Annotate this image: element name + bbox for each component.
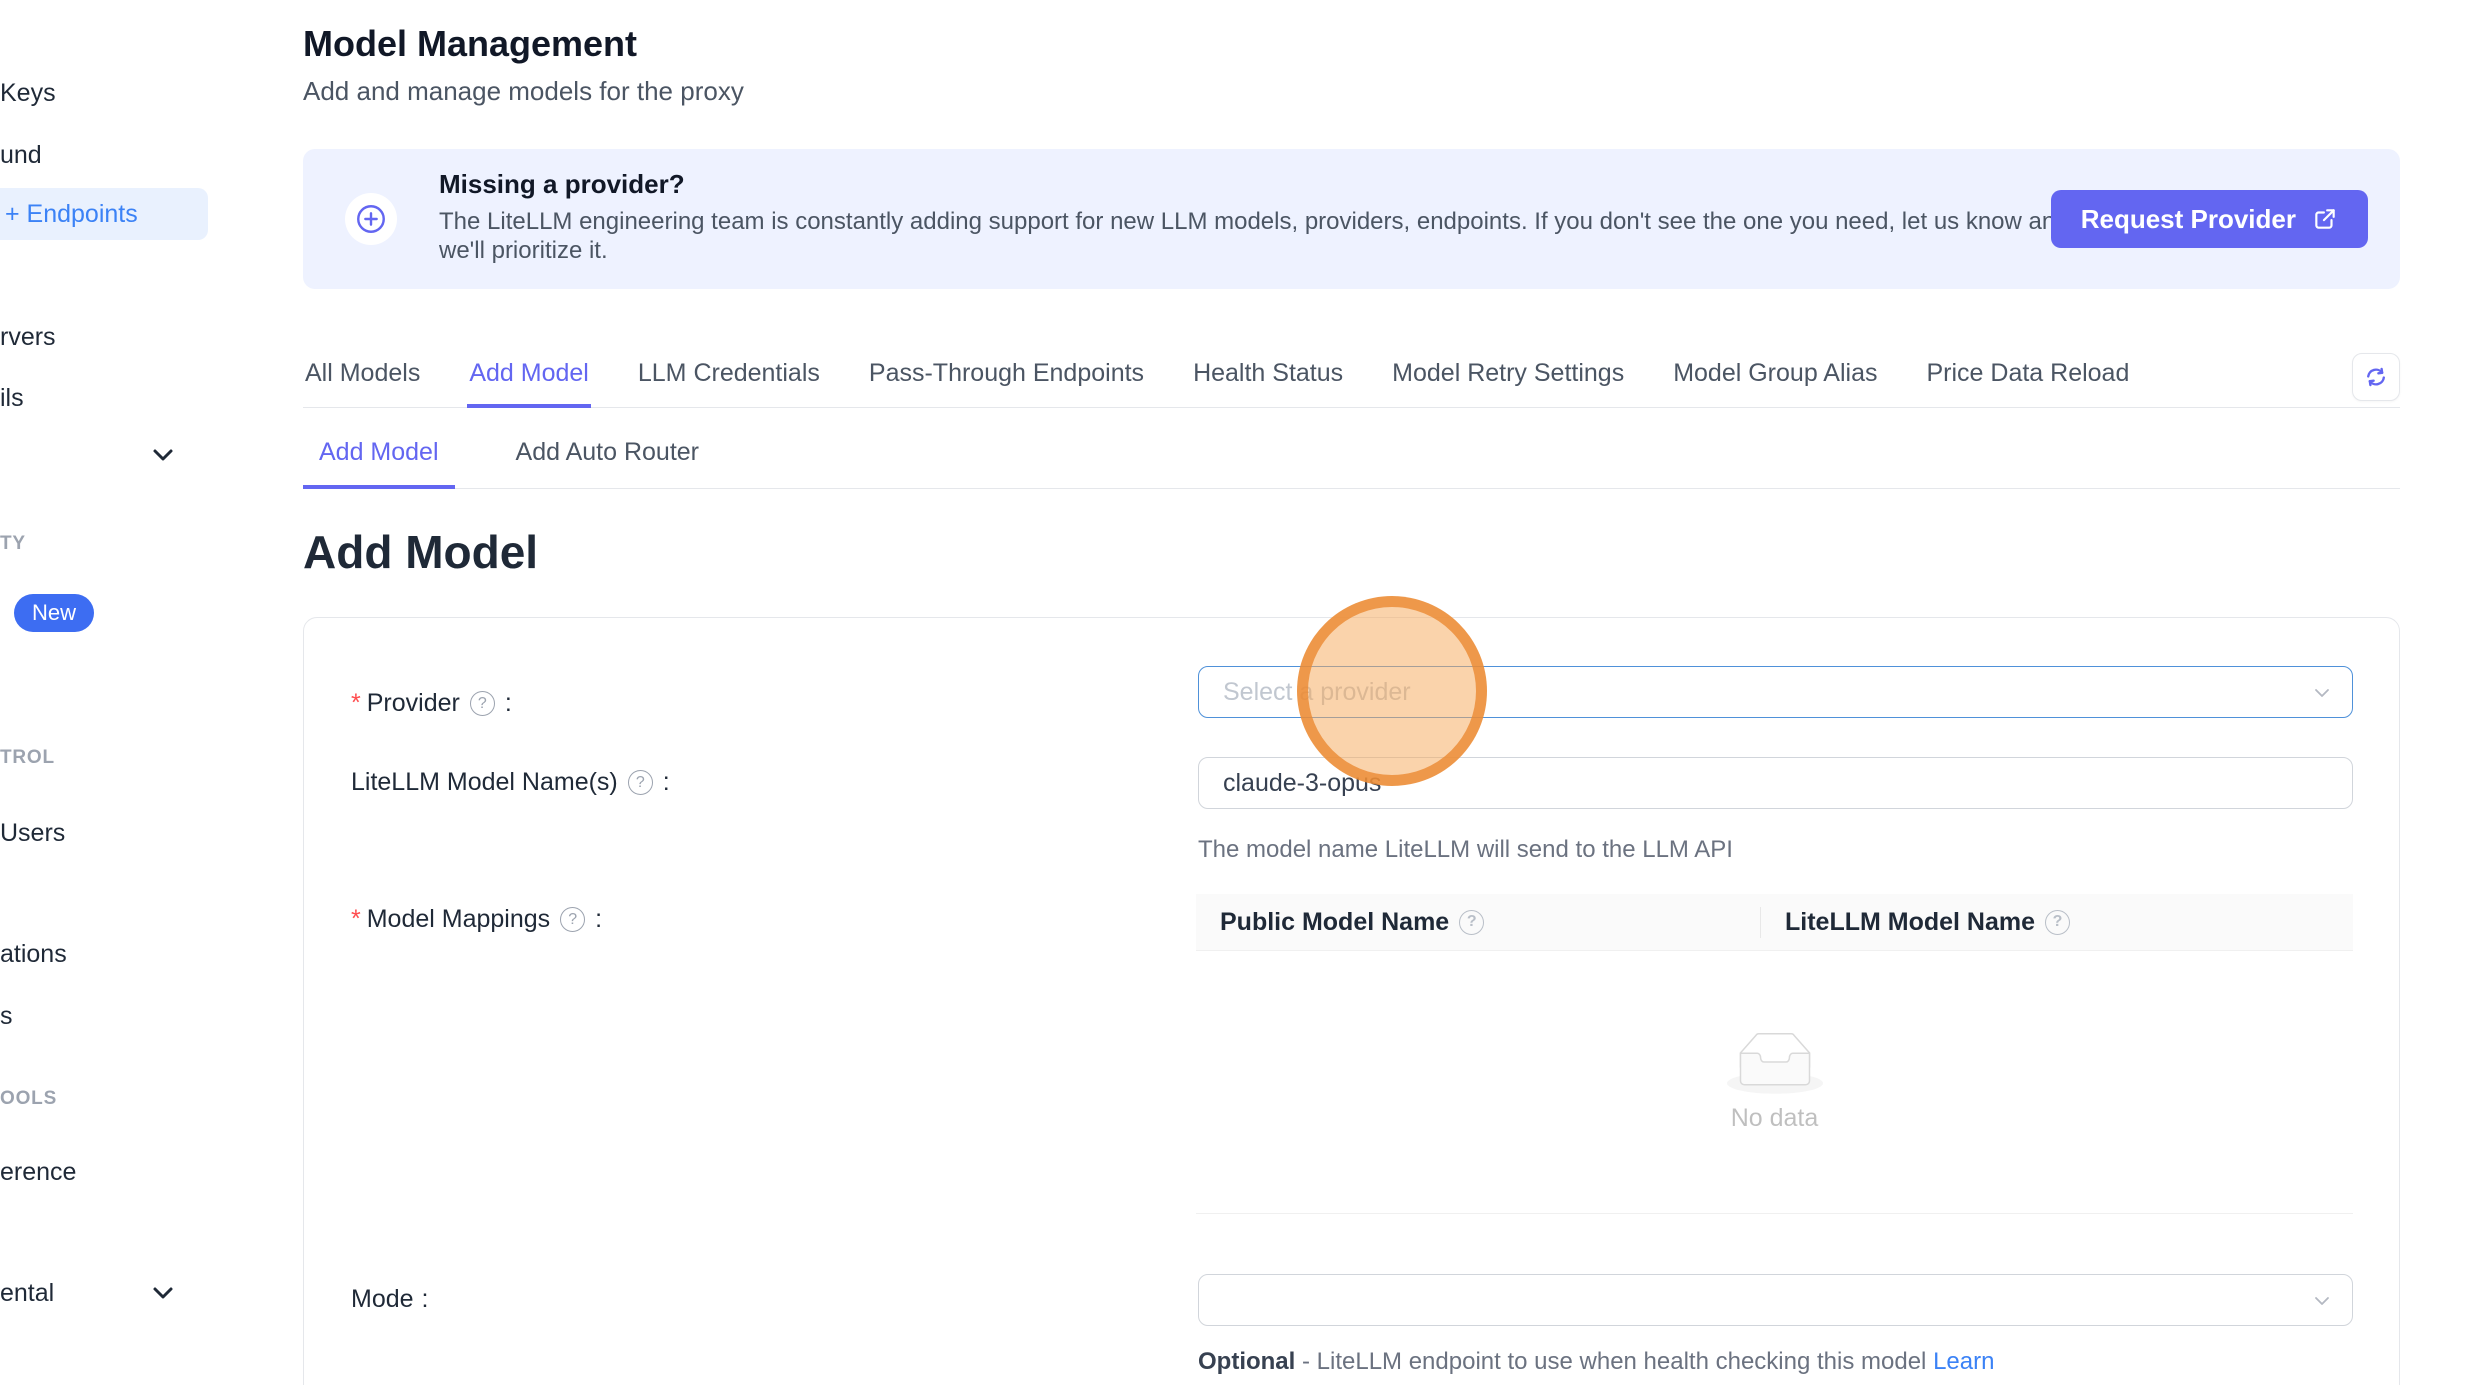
mode-select[interactable] xyxy=(1198,1274,2353,1326)
add-model-heading: Add Model xyxy=(303,525,2400,579)
model-mappings-label: * Model Mappings ? : xyxy=(351,905,602,934)
column-header-text: LiteLLM Model Name xyxy=(1785,908,2035,937)
sidebar-section-label: OOLS xyxy=(0,1088,57,1110)
label-colon: : xyxy=(505,689,512,718)
column-header-litellm-model-name: LiteLLM Model Name ? xyxy=(1761,894,2102,950)
model-name-label: LiteLLM Model Name(s) ? : xyxy=(351,768,670,797)
mode-help-text: Optional - LiteLLM endpoint to use when … xyxy=(1198,1348,1994,1376)
sidebar: Keys und + Endpoints rvers ils TY New TR… xyxy=(0,0,230,1385)
column-header-public-model-name: Public Model Name ? xyxy=(1196,894,1761,950)
missing-provider-banner: Missing a provider? The LiteLLM engineer… xyxy=(303,149,2400,289)
add-model-subtabs: Add Model Add Auto Router xyxy=(303,438,2400,489)
label-colon: : xyxy=(663,768,670,797)
help-icon[interactable]: ? xyxy=(560,907,585,932)
new-badge: New xyxy=(14,594,94,632)
banner-title: Missing a provider? xyxy=(439,169,685,200)
add-model-form-card: * Provider ? : Select a provider LiteLLM… xyxy=(303,617,2400,1385)
sidebar-item-reference[interactable]: erence xyxy=(0,1157,76,1187)
request-provider-label: Request Provider xyxy=(2081,204,2296,235)
tab-add-model[interactable]: Add Model xyxy=(467,353,591,408)
tab-model-group-alias[interactable]: Model Group Alias xyxy=(1671,353,1879,408)
tab-pass-through-endpoints[interactable]: Pass-Through Endpoints xyxy=(867,353,1146,408)
provider-select[interactable]: Select a provider xyxy=(1198,666,2353,718)
banner-body: The LiteLLM engineering team is constant… xyxy=(439,207,2119,265)
main-content: Model Management Add and manage models f… xyxy=(303,0,2400,1385)
tab-price-data-reload[interactable]: Price Data Reload xyxy=(1924,353,2131,408)
subtab-add-auto-router[interactable]: Add Auto Router xyxy=(500,438,715,489)
chevron-down-icon[interactable] xyxy=(150,1284,176,1302)
help-icon[interactable]: ? xyxy=(628,770,653,795)
sidebar-item-endpoints-label: + Endpoints xyxy=(5,200,138,229)
sidebar-section-label: TY xyxy=(0,533,26,555)
subtab-add-model[interactable]: Add Model xyxy=(303,438,455,489)
label-colon: : xyxy=(595,905,602,934)
page-title: Model Management xyxy=(303,22,2400,66)
tab-health-status[interactable]: Health Status xyxy=(1191,353,1345,408)
column-header-text: Public Model Name xyxy=(1220,908,1449,937)
no-data-text: No data xyxy=(1731,1104,1819,1133)
empty-inbox-icon xyxy=(1727,1032,1823,1094)
provider-placeholder: Select a provider xyxy=(1223,678,1411,707)
chevron-down-icon xyxy=(2310,681,2334,705)
sidebar-item-teams[interactable]: s xyxy=(0,1001,13,1031)
model-mappings-label-text: Model Mappings xyxy=(367,905,550,934)
mode-help-optional: Optional xyxy=(1198,1348,1295,1375)
help-icon[interactable]: ? xyxy=(1459,910,1484,935)
mode-help-body: - LiteLLM endpoint to use when health ch… xyxy=(1295,1348,1933,1375)
sidebar-item-users[interactable]: Users xyxy=(0,818,65,848)
request-provider-button[interactable]: Request Provider xyxy=(2051,190,2368,248)
sidebar-item-experimental[interactable]: ental xyxy=(0,1278,54,1308)
mode-label: Mode : xyxy=(351,1285,429,1314)
tab-model-retry-settings[interactable]: Model Retry Settings xyxy=(1390,353,1626,408)
model-name-help-text: The model name LiteLLM will send to the … xyxy=(1198,836,1733,864)
help-icon[interactable]: ? xyxy=(2045,910,2070,935)
required-asterisk: * xyxy=(351,689,361,718)
mode-help-learn-link[interactable]: Learn xyxy=(1933,1348,1994,1375)
sidebar-item-endpoints-active[interactable]: + Endpoints xyxy=(0,188,208,240)
refresh-icon xyxy=(2363,364,2389,390)
sidebar-section-label: TROL xyxy=(0,747,55,769)
sidebar-item-servers[interactable]: rvers xyxy=(0,322,56,352)
required-asterisk: * xyxy=(351,905,361,934)
page-subtitle: Add and manage models for the proxy xyxy=(303,76,2400,107)
plus-circle-icon xyxy=(345,193,397,245)
tab-all-models[interactable]: All Models xyxy=(303,353,422,408)
external-link-icon xyxy=(2312,206,2338,232)
model-name-label-text: LiteLLM Model Name(s) xyxy=(351,768,618,797)
tab-llm-credentials[interactable]: LLM Credentials xyxy=(636,353,822,408)
sidebar-item-keys[interactable]: Keys xyxy=(0,78,56,108)
table-empty-state: No data xyxy=(1196,951,2353,1214)
provider-label: * Provider ? : xyxy=(351,689,512,718)
help-icon[interactable]: ? xyxy=(470,691,495,716)
provider-label-text: Provider xyxy=(367,689,460,718)
sidebar-item-organizations[interactable]: ations xyxy=(0,939,67,969)
chevron-down-icon xyxy=(2310,1289,2334,1313)
chevron-down-icon[interactable] xyxy=(150,446,176,464)
sidebar-item-guardrails[interactable]: ils xyxy=(0,383,24,413)
refresh-button[interactable] xyxy=(2352,353,2400,401)
mode-label-text: Mode xyxy=(351,1285,414,1314)
label-colon: : xyxy=(422,1285,429,1314)
model-mappings-table: Public Model Name ? LiteLLM Model Name ? xyxy=(1196,894,2353,1214)
model-tabs: All Models Add Model LLM Credentials Pas… xyxy=(303,353,2400,408)
model-name-input[interactable] xyxy=(1198,757,2353,809)
table-header-row: Public Model Name ? LiteLLM Model Name ? xyxy=(1196,894,2353,951)
sidebar-item-playground[interactable]: und xyxy=(0,140,42,170)
